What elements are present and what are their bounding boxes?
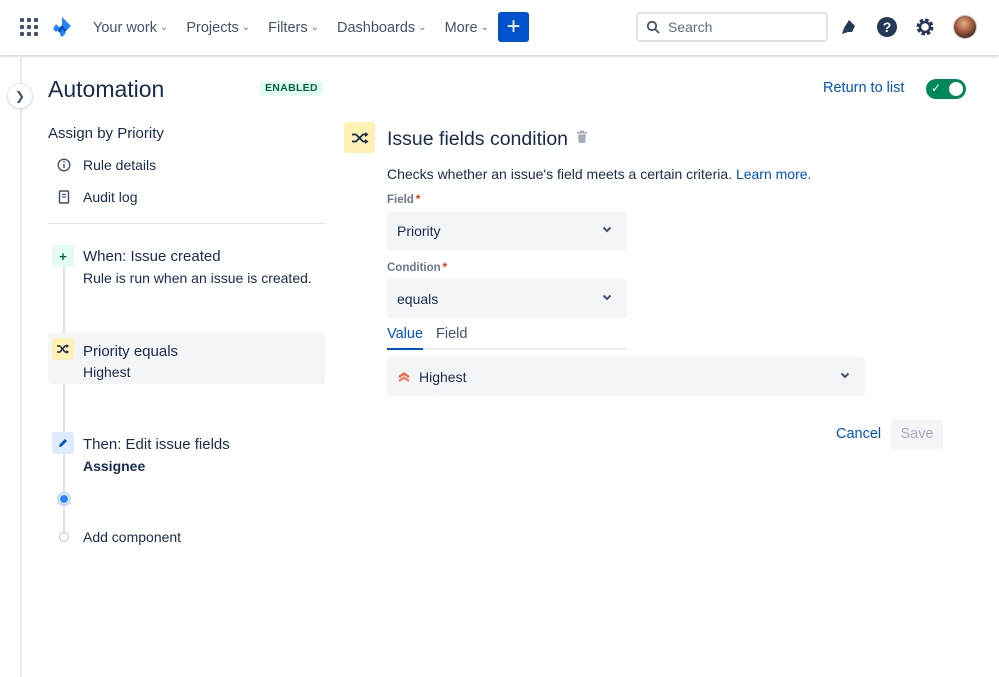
chevron-right-icon: ❯ [14,89,26,103]
condition-title: Issue fields condition [387,128,569,150]
chevron-down-icon: ⌄ [480,22,490,33]
svg-text:?: ? [883,19,892,35]
status-badge: ENABLED [260,81,323,96]
delete-icon[interactable] [576,130,588,147]
search-icon [646,20,660,34]
search-input[interactable] [668,19,818,35]
rule-name: Assign by Priority [48,125,164,142]
top-navigation: Your work ⌄ Projects ⌄ Filters ⌄ Dashboards… [0,0,999,55]
sidebar-divider-line [48,223,325,224]
document-icon [57,190,71,204]
chevron-down-icon [602,226,612,233]
nav-projects[interactable]: Projects ⌄ [177,0,259,55]
audit-log-link[interactable]: Audit log [57,189,137,205]
rule-step-trigger[interactable]: + When: Issue created Rule is run when a… [48,241,325,291]
shuffle-icon [344,122,375,153]
sidebar-divider [20,55,22,677]
required-asterisk: * [415,194,421,206]
toggle-knob [949,82,963,96]
plus-icon: + [52,245,74,267]
apps-grid-icon[interactable] [20,18,38,36]
avatar[interactable] [953,15,977,39]
check-icon: ✓ [931,81,942,95]
jira-logo[interactable] [51,15,73,39]
page-title: Automation [48,76,165,102]
return-to-list-link[interactable]: Return to list [823,80,904,96]
nav-dashboards[interactable]: Dashboards ⌄ [328,0,436,55]
condition-select[interactable]: equals [387,279,627,318]
chevron-down-icon [602,294,612,301]
nav-filters[interactable]: Filters ⌄ [259,0,328,55]
rule-details-link[interactable]: Rule details [57,157,156,173]
value-field-tabs: Value Field [387,325,626,350]
chevron-down-icon: ⌄ [418,22,427,33]
field-label: Field * [387,194,421,206]
pencil-icon [52,432,74,454]
tab-field[interactable]: Field [436,326,467,342]
rule-step-action[interactable]: Then: Edit issue fields Assignee [48,429,325,479]
condition-label: Condition * [387,262,448,274]
chevron-down-icon [840,372,850,379]
add-component-dot [59,532,69,542]
add-component-link[interactable]: Add component [83,529,181,545]
nav-more[interactable]: More ⌄ [436,0,498,55]
chevron-down-icon: ⌄ [310,22,319,33]
shuffle-icon [52,338,74,360]
expand-sidebar-button[interactable]: ❯ [8,84,32,108]
chevron-down-icon: ⌄ [159,22,169,33]
priority-highest-icon [398,371,410,382]
required-asterisk: * [442,262,448,274]
value-select[interactable]: Highest [387,357,865,396]
cancel-button[interactable]: Cancel [828,419,889,449]
learn-more-link[interactable]: Learn more. [736,166,811,182]
rule-enabled-toggle[interactable]: ✓ [926,79,966,99]
condition-description: Checks whether an issue's field meets a … [387,166,812,182]
notifications-icon[interactable] [837,15,861,39]
settings-icon[interactable] [913,15,937,39]
nav-your-work[interactable]: Your work ⌄ [84,0,177,55]
search-box[interactable] [636,12,828,42]
help-icon[interactable]: ? [875,15,899,39]
insert-point-indicator[interactable] [57,492,71,506]
field-select[interactable]: Priority [387,211,627,250]
chevron-down-icon: ⌄ [241,22,251,33]
tab-value[interactable]: Value [387,326,424,350]
save-button[interactable]: Save [891,419,943,449]
create-button[interactable]: + [498,12,529,42]
rule-step-condition[interactable]: Priority equals Highest [48,333,325,384]
info-icon [57,158,71,172]
